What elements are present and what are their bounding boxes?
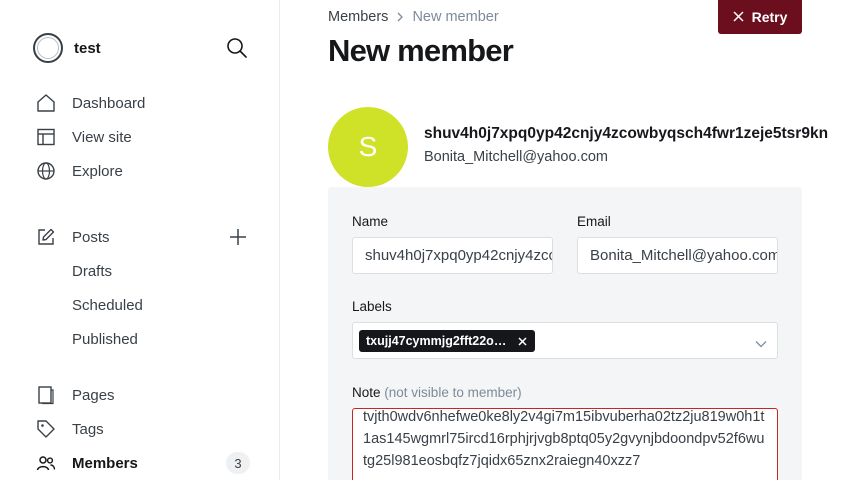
tag-icon	[36, 419, 56, 439]
labels-select[interactable]: txujj47cymmjg2fft22o…	[352, 322, 778, 359]
note-label: Note (not visible to member)	[352, 385, 522, 400]
breadcrumb-members-link[interactable]: Members	[328, 9, 388, 25]
sidebar-item-tags[interactable]: Tags	[36, 417, 104, 441]
sidebar-item-drafts[interactable]: Drafts	[72, 263, 112, 280]
sidebar-item-label: View site	[72, 128, 132, 146]
note-label-text: Note	[352, 385, 381, 400]
label-token: txujj47cymmjg2fft22o…	[359, 330, 536, 352]
page-title: New member	[328, 33, 514, 68]
member-name: shuv4h0j7xpq0yp42cnjy4zcowbyqsch4fwr1zej…	[424, 125, 829, 142]
sidebar-item-pages[interactable]: Pages	[36, 383, 115, 407]
site-name: test	[74, 39, 101, 57]
sidebar-item-posts[interactable]: Posts	[36, 225, 110, 249]
breadcrumb-current: New member	[412, 9, 499, 25]
note-hint: (not visible to member)	[384, 385, 522, 400]
retry-label: Retry	[751, 9, 788, 25]
sidebar-item-published[interactable]: Published	[72, 331, 138, 348]
label-token-text: txujj47cymmjg2fft22o…	[366, 334, 507, 348]
site-logo-icon	[33, 33, 63, 63]
sidebar-item-scheduled[interactable]: Scheduled	[72, 297, 143, 314]
chevron-down-icon	[755, 335, 767, 353]
note-text: tvjth0wdv6nhefwe0ke8ly2v4gi7m15ibvuberha…	[363, 409, 765, 469]
sidebar-item-label: Explore	[72, 162, 123, 180]
sidebar-item-label: Tags	[72, 420, 104, 438]
sidebar-item-dashboard[interactable]: Dashboard	[36, 91, 145, 115]
site-brand[interactable]: test	[33, 33, 101, 63]
note-textarea[interactable]: tvjth0wdv6nhefwe0ke8ly2v4gi7m15ibvuberha…	[352, 408, 778, 480]
sidebar-item-label: Dashboard	[72, 94, 146, 112]
members-count-badge: 3	[226, 452, 250, 474]
retry-button[interactable]: Retry	[718, 0, 802, 34]
globe-icon	[36, 161, 56, 181]
breadcrumb: Members New member	[328, 9, 499, 25]
sidebar-item-label: Pages	[72, 386, 115, 404]
remove-label-icon[interactable]	[518, 336, 527, 346]
member-form: Name shuv4h0j7xpq0yp42cnjy4zcowbyqsch4fw…	[328, 187, 802, 480]
add-post-icon[interactable]	[228, 227, 248, 247]
sidebar-item-label: Posts	[72, 228, 110, 246]
avatar: S	[328, 107, 408, 187]
sidebar-item-explore[interactable]: Explore	[36, 159, 123, 183]
sidebar-item-view-site[interactable]: View site	[36, 125, 132, 149]
users-icon	[36, 453, 56, 473]
labels-label: Labels	[352, 299, 392, 314]
page-icon	[36, 385, 56, 405]
member-email: Bonita_Mitchell@yahoo.com	[424, 149, 608, 165]
sidebar-item-label: Members	[72, 454, 138, 472]
layout-icon	[36, 127, 56, 147]
search-icon[interactable]	[226, 37, 248, 59]
sidebar-item-members[interactable]: Members	[36, 451, 138, 475]
edit-icon	[36, 227, 56, 247]
home-icon	[36, 93, 56, 113]
name-label: Name	[352, 214, 389, 229]
close-icon	[733, 9, 744, 25]
sidebar: test Dashboard View site Explore Posts D…	[0, 0, 280, 480]
chevron-right-icon	[396, 10, 404, 25]
name-field[interactable]: shuv4h0j7xpq0yp42cnjy4zcowbyqsch4fwr1zej…	[352, 237, 553, 274]
email-field[interactable]: Bonita_Mitchell@yahoo.com	[577, 237, 778, 274]
email-label: Email	[577, 214, 611, 229]
